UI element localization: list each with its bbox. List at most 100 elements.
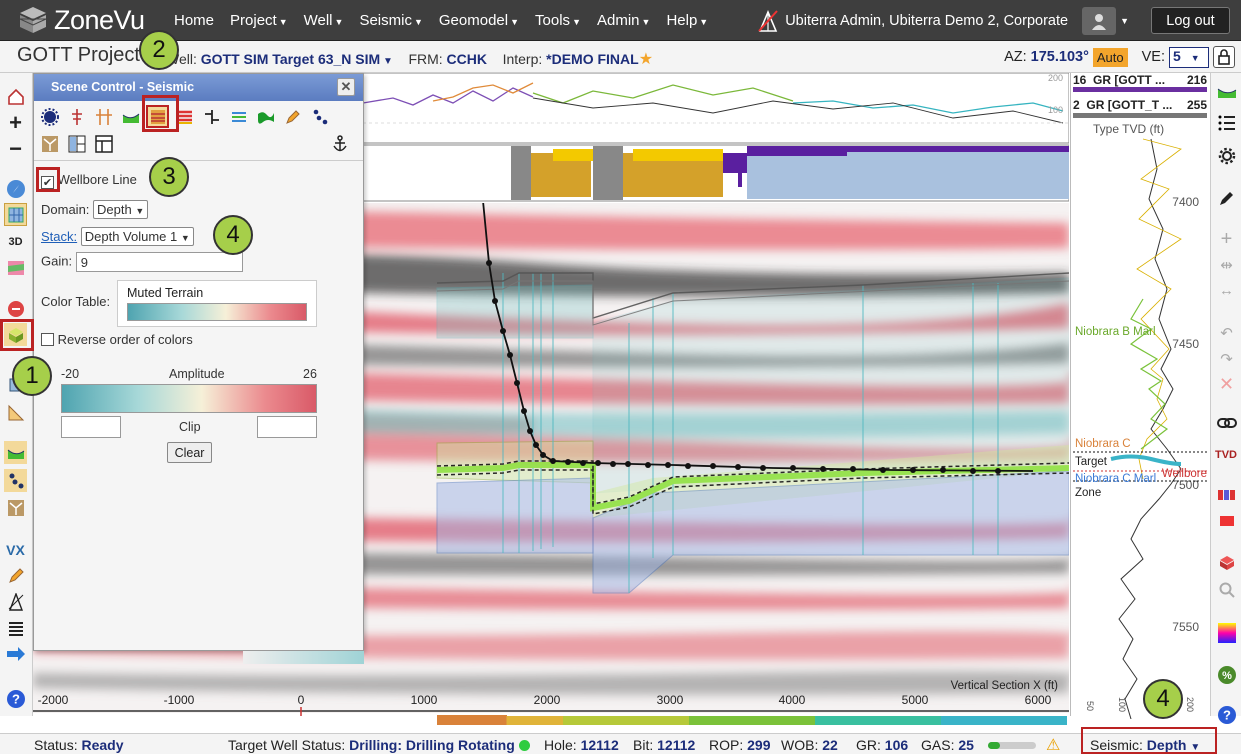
track2-val: 255 [1186, 98, 1207, 112]
delete-icon[interactable]: ✕ [1215, 373, 1238, 396]
red-block-icon[interactable] [1215, 509, 1238, 532]
gear-icon[interactable] [1215, 144, 1238, 167]
cube-3d-icon[interactable] [1215, 551, 1238, 574]
menu-project-label: Project [230, 12, 277, 29]
edit-icon[interactable] [1215, 186, 1238, 209]
gain-label: Gain: [41, 253, 73, 269]
menu-project[interactable]: Project ▼ [230, 12, 288, 29]
amp-min: -20 [61, 367, 80, 381]
panel-title-text: Scene Control - Seismic [51, 80, 195, 94]
rig-alert-icon[interactable] [757, 9, 779, 33]
callout-3: 3 [149, 157, 189, 197]
type-tvd-label: Type TVD (ft) [1093, 122, 1164, 136]
bit-value: 12112 [657, 737, 696, 753]
well-selector[interactable]: GOTT SIM Target 63_N SIM [201, 51, 380, 67]
status-bar: Status: Ready Target Well Status: Drilli… [0, 733, 1241, 754]
points-icon[interactable] [308, 105, 331, 128]
amplitude-colorbar[interactable] [61, 384, 317, 413]
pencil-icon[interactable] [281, 105, 304, 128]
gain-input[interactable]: 9 [75, 252, 243, 272]
arrow-right-icon[interactable] [4, 642, 27, 665]
clip-label: Clip [179, 420, 201, 434]
star-icon[interactable]: ★ [639, 51, 653, 68]
stack-link[interactable]: Stack: [41, 229, 77, 244]
fault-layer-icon[interactable] [200, 105, 223, 128]
seismic-off-icon[interactable] [4, 297, 27, 320]
color-table-picker[interactable]: Muted Terrain [117, 280, 317, 327]
ve-select[interactable]: 5 ▼ [1169, 46, 1209, 68]
menu-tools[interactable]: Tools ▼ [535, 12, 581, 29]
ve-label: VE: [1141, 49, 1165, 65]
clip-min-input[interactable] [61, 416, 121, 438]
wells-icon[interactable] [92, 105, 115, 128]
menu-well[interactable]: Well ▼ [304, 12, 344, 29]
wellbore-line-label: Wellbore Line [57, 172, 137, 187]
interp-value[interactable]: *DEMO FINAL [546, 51, 639, 67]
color-table-swatch [127, 303, 307, 321]
gear-blue-icon[interactable] [38, 105, 61, 128]
menu-geomodel[interactable]: Geomodel ▼ [439, 12, 519, 29]
lock-icon[interactable] [1213, 46, 1235, 68]
percent-icon[interactable]: % [1215, 663, 1238, 686]
ruler-icon[interactable] [4, 401, 27, 424]
reverse-checkbox[interactable] [41, 333, 54, 346]
horizon-icon[interactable] [4, 441, 27, 464]
auto-button[interactable]: Auto [1092, 47, 1128, 67]
menu-admin[interactable]: Admin ▼ [597, 12, 650, 29]
vx-icon[interactable]: VX [4, 538, 27, 561]
split-icon[interactable]: ⇹ [1215, 253, 1238, 276]
stack-select[interactable]: Depth Volume 1 ▼ [80, 227, 194, 246]
compass-icon[interactable] [4, 177, 27, 200]
fault-surface-icon[interactable] [38, 132, 61, 155]
help-icon[interactable]: ? [4, 687, 27, 710]
track1-val: 216 [1186, 73, 1207, 87]
3d-icon[interactable]: 3D [4, 230, 27, 253]
rig-icon[interactable] [4, 590, 27, 613]
status-dot [518, 740, 530, 751]
tvd-toggle-icon[interactable]: TVD [1213, 443, 1239, 466]
redo-icon[interactable]: ↷ [1215, 347, 1238, 370]
well-icon[interactable] [65, 105, 88, 128]
anchor-icon[interactable] [328, 132, 351, 155]
home-icon[interactable] [4, 85, 27, 108]
bit-item: Bit: 12112 [633, 737, 695, 753]
split-view-icon[interactable] [65, 132, 88, 155]
pencil-icon[interactable] [4, 564, 27, 587]
link-icon[interactable] [1215, 411, 1238, 434]
search-icon[interactable] [1215, 578, 1238, 601]
layout-icon[interactable] [92, 132, 115, 155]
menu-seismic-label: Seismic [359, 12, 412, 29]
list-menu-icon[interactable] [1215, 111, 1238, 134]
menu-seismic[interactable]: Seismic ▼ [359, 12, 422, 29]
merge-icon[interactable]: ↔ [1215, 279, 1238, 302]
list-icon[interactable] [4, 616, 27, 639]
map-layers-icon[interactable] [4, 256, 27, 279]
clear-button[interactable]: Clear [167, 442, 212, 463]
domain-select[interactable]: Depth ▼ [93, 200, 149, 219]
horizon-layer-icon[interactable] [119, 105, 142, 128]
grid-map-icon[interactable] [4, 203, 27, 226]
zones-icon[interactable] [227, 105, 250, 128]
help-icon[interactable]: ? [1215, 703, 1238, 726]
surface-icon[interactable] [254, 105, 277, 128]
zoom-in-icon[interactable]: + [4, 110, 27, 135]
close-icon[interactable]: ✕ [337, 78, 355, 96]
chevron-down-icon[interactable]: ▼ [1120, 16, 1129, 26]
fault-icon[interactable] [4, 496, 27, 519]
logout-button[interactable]: Log out [1151, 7, 1230, 34]
menu-home[interactable]: Home [174, 12, 214, 29]
points-icon[interactable] [4, 469, 27, 492]
bars-icon[interactable] [1215, 483, 1238, 506]
horizon-toggle-icon[interactable] [1215, 80, 1238, 103]
avatar[interactable] [1082, 6, 1117, 35]
add-point-icon[interactable]: + [1215, 228, 1238, 251]
app-logo[interactable]: ZoneVu [18, 4, 145, 36]
warning-icon[interactable]: ⚠ [1046, 735, 1060, 754]
undo-icon[interactable]: ↶ [1215, 321, 1238, 344]
zoom-out-icon[interactable]: − [4, 136, 27, 161]
clip-max-input[interactable] [257, 416, 317, 438]
menu-help[interactable]: Help ▼ [666, 12, 708, 29]
svg-text:?: ? [12, 691, 20, 706]
color-palette-icon[interactable] [1215, 621, 1238, 644]
view-controls: AZ: 175.103° Auto VE: 5 ▼ [1004, 46, 1235, 68]
